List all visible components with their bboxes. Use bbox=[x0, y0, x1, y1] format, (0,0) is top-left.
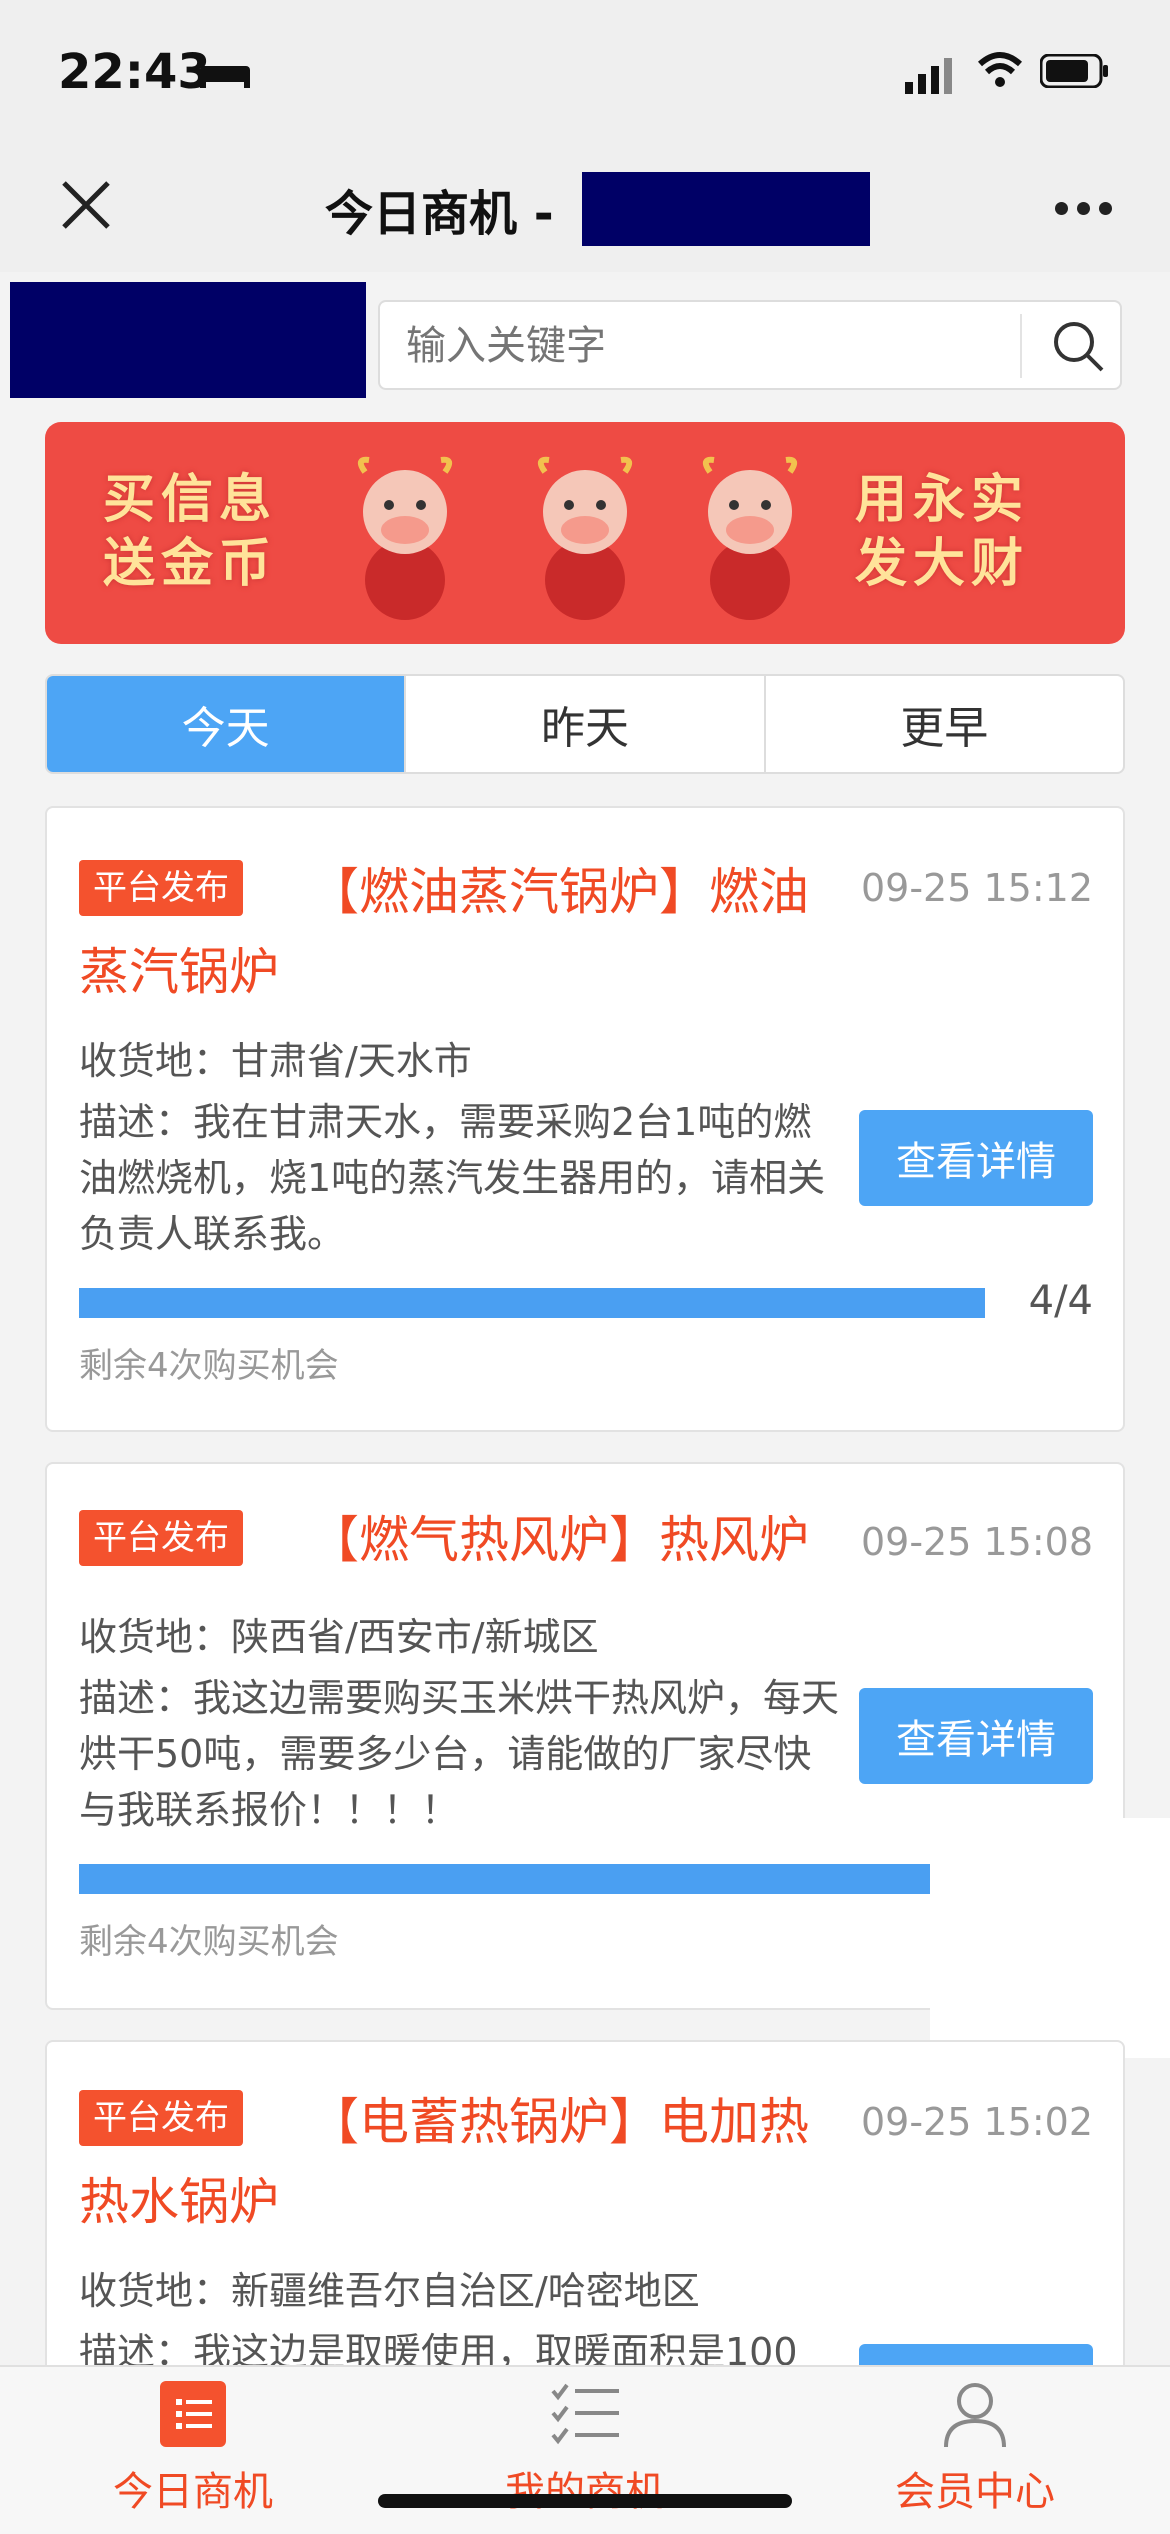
tab-earlier[interactable]: 更早 bbox=[766, 676, 1123, 772]
listing-card: 平台发布 【燃油蒸汽锅炉】燃油蒸汽锅炉 09-25 15:12 收货地：甘肃省/… bbox=[45, 806, 1125, 1432]
ox-mascot-icon bbox=[537, 456, 633, 620]
remaining-chances: 剩余4次购买机会 bbox=[79, 1922, 339, 1962]
promo-banner[interactable]: 买信息 送金币 用永实 发大财 bbox=[45, 422, 1125, 644]
progress-count: 4/4 bbox=[1028, 1278, 1093, 1324]
search-divider bbox=[1020, 314, 1022, 378]
redacted-logo-block bbox=[10, 282, 366, 398]
tabbar-label: 今日商机 bbox=[113, 2469, 273, 2515]
view-details-button[interactable]: 查看详情 bbox=[859, 1110, 1093, 1206]
more-options-icon[interactable] bbox=[1055, 200, 1121, 219]
tabbar-label: 会员中心 bbox=[895, 2469, 1055, 2515]
home-indicator bbox=[378, 2494, 792, 2508]
listing-time: 09-25 15:08 bbox=[860, 1520, 1093, 1564]
overlay-patch bbox=[930, 1818, 1170, 2058]
listing-time: 09-25 15:12 bbox=[860, 866, 1093, 910]
sleep-mode-icon bbox=[200, 66, 250, 88]
tabbar-item-member-center[interactable]: 会员中心 bbox=[825, 2379, 1125, 2517]
redacted-title-block bbox=[582, 172, 870, 246]
tabbar-item-today[interactable]: 今日商机 bbox=[43, 2379, 343, 2517]
search-box bbox=[378, 300, 1122, 390]
page-title: 今日商机 - bbox=[325, 186, 554, 242]
view-details-button[interactable]: 查看详情 bbox=[859, 1688, 1093, 1784]
user-icon bbox=[944, 2383, 1006, 2448]
purchase-progress-bar bbox=[79, 1864, 933, 1894]
status-time: 22:43 bbox=[58, 44, 211, 100]
listing-title[interactable]: 【燃油蒸汽锅炉】燃油蒸汽锅炉 bbox=[79, 852, 849, 1012]
search-input[interactable] bbox=[404, 318, 1008, 374]
search-icon[interactable] bbox=[1048, 316, 1108, 376]
ox-mascot-icon bbox=[702, 456, 798, 620]
ox-mascot-icon bbox=[357, 456, 453, 620]
close-icon[interactable] bbox=[56, 175, 116, 235]
checklist-icon bbox=[551, 2383, 619, 2445]
remaining-chances: 剩余4次购买机会 bbox=[79, 1346, 339, 1386]
wifi-icon bbox=[977, 52, 1023, 87]
banner-right-line1: 用永实 bbox=[855, 470, 1030, 530]
banner-left-line2: 送金币 bbox=[103, 534, 278, 594]
purchase-progress-bar bbox=[79, 1288, 985, 1318]
listing-title[interactable]: 【燃气热风炉】热风炉 bbox=[79, 1500, 849, 1580]
date-tabs: 今天 昨天 更早 bbox=[45, 674, 1125, 774]
tab-yesterday[interactable]: 昨天 bbox=[406, 676, 766, 772]
battery-icon bbox=[1040, 54, 1108, 88]
listing-address: 收货地：新疆维吾尔自治区/哈密地区 bbox=[79, 2269, 700, 2313]
list-icon bbox=[160, 2381, 226, 2447]
listing-description: 描述：我在甘肃天水，需要采购2台1吨的燃油燃烧机，烧1吨的蒸汽发生器用的，请相关… bbox=[79, 1100, 826, 1256]
listing-title[interactable]: 【电蓄热锅炉】电加热热水锅炉 bbox=[79, 2082, 849, 2242]
banner-right-line2: 发大财 bbox=[855, 534, 1030, 594]
cellular-signal-icon bbox=[905, 58, 952, 94]
listing-address: 收货地：甘肃省/天水市 bbox=[79, 1039, 472, 1083]
listing-description: 描述：我这边需要购买玉米烘干热风炉，每天烘干50吨，需要多少台，请能做的厂家尽快… bbox=[79, 1676, 840, 1832]
tab-today[interactable]: 今天 bbox=[47, 676, 407, 772]
listing-time: 09-25 15:02 bbox=[860, 2100, 1093, 2144]
listing-address: 收货地：陕西省/西安市/新城区 bbox=[79, 1615, 599, 1659]
tabbar-label: 我的商机 bbox=[505, 2469, 665, 2515]
bottom-tab-bar: 今日商机 我的商机 会员中心 bbox=[0, 2365, 1170, 2534]
banner-left-line1: 买信息 bbox=[103, 470, 278, 530]
